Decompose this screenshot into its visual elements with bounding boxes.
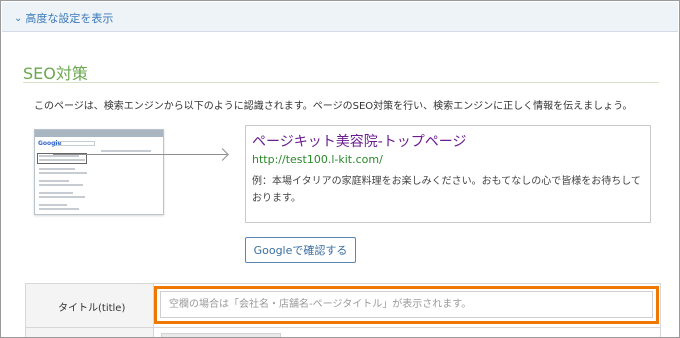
next-field-input[interactable] [161, 333, 281, 337]
title-input[interactable] [160, 291, 653, 318]
thumbnail-line [39, 172, 87, 174]
thumbnail-line [39, 159, 85, 161]
title-label-cell: タイトル(title) [26, 284, 154, 328]
preview-url: http://test100.l-kit.com/ [252, 153, 383, 166]
advanced-settings-toggle[interactable]: ⌄ 高度な設定を表示 [14, 10, 113, 26]
advanced-settings-bar: ⌄ 高度な設定を表示 [2, 2, 678, 32]
seo-section-title: SEO対策 [23, 64, 88, 83]
title-field-label: タイトル(title) [58, 303, 126, 314]
search-result-preview: ページキット美容院-トップページ http://test100.l-kit.co… [245, 125, 651, 223]
thumbnail-line [39, 208, 79, 210]
thumbnail-line [39, 180, 69, 182]
advanced-settings-label: 高度な設定を表示 [25, 12, 114, 25]
preview-description: 例：本場イタリアの家庭料理をお楽しみください。おもてなしの心で皆様をお待ちしてお… [252, 176, 641, 204]
section-divider [23, 82, 659, 83]
arrow-connector [53, 154, 227, 155]
thumbnail-line [39, 196, 85, 198]
thumbnail-line [101, 150, 151, 152]
thumbnail-toolbar [35, 130, 163, 137]
thumbnail-line [39, 184, 83, 186]
thumbnail-line [39, 168, 75, 170]
settings-panel: ⌄ 高度な設定を表示 SEO対策 このページは、検索エンジンから以下のように認識… [0, 0, 680, 338]
seo-description: このページは、検索エンジンから以下のように認識されます。ページのSEO対策を行い… [34, 101, 633, 112]
google-check-button[interactable]: Googleで確認する [245, 237, 356, 263]
thumbnail-line [39, 192, 73, 194]
thumbnail-search-box [55, 141, 95, 146]
thumbnail-line [39, 155, 79, 157]
preview-title: ページキット美容院-トップページ [252, 134, 467, 150]
arrow-right-icon [216, 148, 229, 161]
next-field-row [25, 327, 661, 337]
chevron-down-icon: ⌄ [14, 12, 23, 24]
search-results-thumbnail: Google [34, 129, 164, 215]
thumbnail-line [39, 204, 67, 206]
next-label-cell [26, 328, 154, 337]
